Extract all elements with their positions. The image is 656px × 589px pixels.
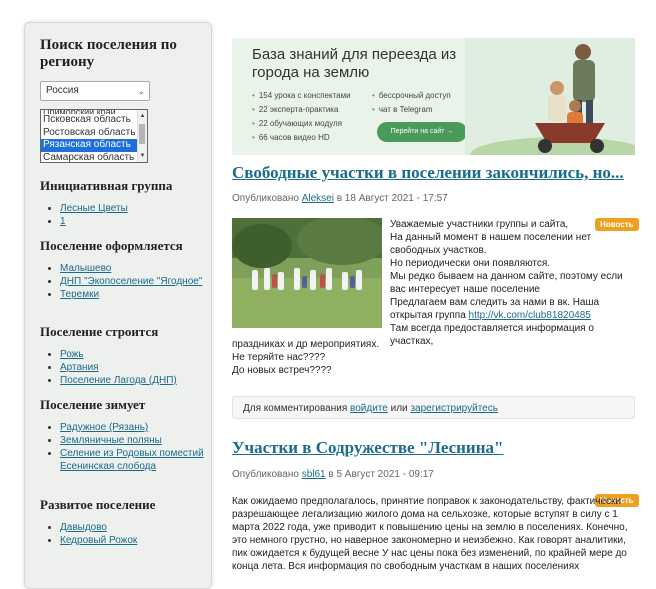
published-label: Опубликовано [232,193,299,204]
post-line: На данный момент в нашем поселении нет с… [390,232,592,256]
comment-prefix: Для комментирования [243,403,348,414]
region-option[interactable]: Ростовская область [41,127,147,140]
banner-feature: 66 часов видео HD [252,131,351,145]
sidebar-title: Поиск поселения по региону [40,37,177,70]
post-date: в 5 Август 2021 - 09:17 [328,469,434,480]
banner-features-right: бессрочный доступ чат в Telegram [372,89,451,117]
settlement-link[interactable]: Селение из Родовых поместий Есенинская с… [60,448,204,472]
post-photo [232,218,382,328]
settlement-link[interactable]: Радужное (Рязань) [60,422,148,433]
post-line: праздниках и др мероприятиях. [232,339,380,350]
login-link[interactable]: войдите [350,403,388,414]
post-title-link[interactable]: Свободные участки в поселении закончилис… [232,163,624,183]
banner-feature: чат в Telegram [372,103,451,117]
settlement-link[interactable]: Поселение Лагода (ДНП) [60,375,177,386]
post-meta: Опубликовано Aleksei в 18 Август 2021 - … [232,193,448,204]
post-body: Уважаемые участники группы и сайта, На д… [390,218,638,348]
settlement-link[interactable]: Малышево [60,263,111,274]
banner-title: База знаний для переезда из города на зе… [252,46,457,81]
register-link[interactable]: зарегистрируйтесь [410,403,498,414]
region-option[interactable]: Псковская область [41,114,147,127]
settlement-link[interactable]: Артания [60,362,99,373]
region-option[interactable]: Самарская область [41,152,147,163]
country-select-value: Россия [46,85,79,96]
published-label: Опубликовано [232,469,299,480]
post-line: Не теряйте нас???? [232,352,326,363]
banner-feature: бессрочный доступ [372,89,451,103]
country-select[interactable]: Россия ⌄ [40,81,150,101]
region-option-selected[interactable]: Рязанская область [41,139,147,152]
post-body: Как ожидаемо предполагалось, принятие по… [232,496,628,572]
chevron-down-icon: ⌄ [137,86,145,96]
region-listbox[interactable]: Приморский край Псковская область Ростов… [40,109,148,163]
section-building: Поселение строится Рожь Артания Поселени… [40,324,205,387]
scroll-up-icon[interactable]: ▲ [138,110,147,123]
post-title-link[interactable]: Участки в Содружестве "Леснина" [232,438,503,458]
section-forming: Поселение оформляется Малышево ДНП "Экоп… [40,238,205,301]
post-date: в 18 Август 2021 - 17:57 [336,193,448,204]
family-photo [465,38,635,155]
section-developed: Развитое поселение Давыдово Кедровый Рож… [40,497,205,547]
settlement-link[interactable]: 1 [60,216,66,227]
post-line: Уважаемые участники группы и сайта, [390,219,569,230]
section-title: Поселение строится [40,324,159,339]
banner-cta-button[interactable]: Перейти на сайт → [377,122,467,142]
post-body-tail: праздниках и др мероприятиях. Не теряйте… [232,338,532,377]
region-list-scrollbar[interactable]: ▲ ▼ [137,110,147,162]
region-sidebar: Поиск поселения по региону Россия ⌄ Прим… [24,22,212,589]
settlement-link[interactable]: Кедровый Рожок [60,535,137,546]
section-initiative-group: Инициативная группа Лесные Цветы 1 [40,178,205,228]
scrollbar-thumb[interactable] [139,124,145,144]
banner-feature: 22 обучающих модуля [252,117,351,131]
post-line: Мы редко бываем на данном сайте, поэтому… [390,271,623,295]
settlement-link[interactable]: Земляничные поляны [60,435,162,446]
section-wintering: Поселение зимует Радужное (Рязань) Земля… [40,397,205,473]
course-banner[interactable]: База знаний для переезда из города на зе… [232,38,635,155]
banner-features-left: 154 урока с конспектами 22 эксперта-прак… [252,89,351,145]
scroll-down-icon[interactable]: ▼ [138,150,147,163]
author-link[interactable]: sbl61 [302,469,326,480]
post-line: Но периодически они появляются. [390,258,551,269]
banner-feature: 154 урока с конспектами [252,89,351,103]
settlement-link[interactable]: ДНП "Экопоселение "Ягодное" [60,276,202,287]
vk-group-link[interactable]: http://vk.com/club81820485 [469,310,591,321]
section-title: Поселение зимует [40,397,146,412]
section-title: Развитое поселение [40,497,156,512]
author-link[interactable]: Aleksei [302,193,334,204]
settlement-link[interactable]: Лесные Цветы [60,203,128,214]
section-title: Поселение оформляется [40,238,183,253]
settlement-link[interactable]: Давыдово [60,522,107,533]
comment-login-box: Для комментирования войдите или зарегист… [232,396,635,419]
post-line: Предлагаем вам следить за нами в вк. Наш… [390,296,638,322]
settlement-link[interactable]: Теремки [60,289,99,300]
section-title: Инициативная группа [40,178,173,193]
settlement-link[interactable]: Рожь [60,349,84,360]
comment-or: или [390,403,408,414]
banner-feature: 22 эксперта-практика [252,103,351,117]
post-line: До новых встреч???? [232,365,332,376]
post-meta: Опубликовано sbl61 в 5 Август 2021 - 09:… [232,469,434,480]
